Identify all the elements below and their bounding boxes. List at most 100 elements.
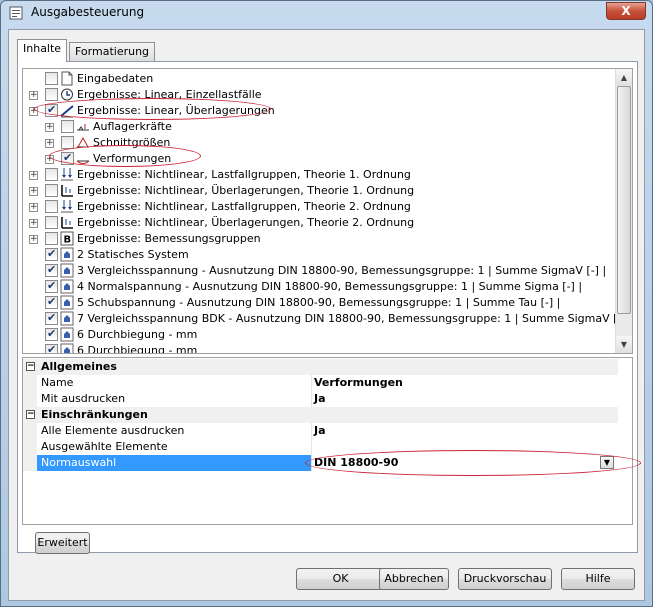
tree-item-label: Auflagerkräfte (93, 120, 172, 133)
tree-item[interactable]: + Ergebnisse: Nichtlinear, Lastfallgruppe… (23, 167, 613, 183)
tree-item[interactable]: 6 Durchbiegung - mm (23, 327, 613, 343)
scroll-down-arrow[interactable]: ▼ (616, 336, 632, 353)
tree-item[interactable]: + Ergebnisse: Nichtlinear, Überlagerungen… (23, 183, 613, 199)
scroll-thumb[interactable] (617, 86, 631, 314)
tree-checkbox[interactable] (45, 311, 58, 325)
expand-toggle-icon[interactable]: + (45, 155, 54, 164)
tree-checkbox[interactable] (61, 151, 74, 165)
property-row[interactable]: Ausgewählte Elemente (23, 439, 618, 455)
title-bar[interactable]: Ausgabesteuerung X (1, 1, 652, 25)
dialog-client-area: Inhalte Formatierung 6 Durchbiegung - mm… (8, 29, 645, 601)
druckvorschau-button[interactable]: Druckvorschau (458, 568, 552, 590)
property-category[interactable]: − Einschränkungen (23, 407, 618, 423)
property-row[interactable]: Mit ausdrucken Ja (23, 391, 618, 407)
property-row[interactable]: Alle Elemente ausdrucken Ja (23, 423, 618, 439)
tree-checkbox[interactable] (45, 200, 58, 213)
collapse-icon[interactable]: − (26, 410, 35, 419)
column-divider (311, 375, 312, 391)
dropdown-arrow-icon[interactable]: ▼ (600, 456, 614, 469)
property-category[interactable]: − Allgemeines (23, 359, 618, 375)
property-value[interactable]: Ja (314, 424, 326, 437)
tree-checkbox[interactable] (45, 263, 58, 277)
collapse-icon[interactable]: − (26, 362, 35, 371)
tree-checkbox[interactable] (61, 136, 74, 149)
property-value[interactable]: Verformungen (314, 376, 403, 389)
tree-item[interactable]: 3 Vergleichsspannung - Ausnutzung DIN 18… (23, 263, 613, 279)
tree-item[interactable]: + Schnittgrößen (23, 135, 613, 151)
tree-checkbox[interactable] (45, 216, 58, 229)
tree-scrollbar[interactable]: ▲ ▼ (615, 69, 632, 353)
tree-item[interactable]: + Auflagerkräfte (23, 119, 613, 135)
tree-item-label: 5 Schubspannung - Ausnutzung DIN 18800-9… (77, 296, 561, 309)
property-name: Ausgewählte Elemente (41, 440, 168, 453)
expand-toggle-icon[interactable]: + (45, 123, 54, 132)
category-gutter: − (23, 359, 37, 375)
tree-item[interactable]: + B Ergebnisse: Bemessungsgruppen (23, 231, 613, 247)
property-value[interactable]: DIN 18800-90 (314, 456, 398, 469)
hilfe-button[interactable]: Hilfe (561, 568, 635, 590)
expand-toggle-icon[interactable]: + (29, 187, 38, 196)
svg-text:B: B (64, 235, 72, 246)
letter-b-icon: B (60, 231, 74, 246)
tab-formatierung[interactable]: Formatierung (69, 42, 156, 62)
ok-button[interactable]: OK (296, 568, 385, 590)
property-row[interactable]: Normauswahl DIN 18800-90 ▼ (23, 455, 618, 471)
view-icon (60, 327, 74, 342)
tree-checkbox[interactable] (45, 232, 58, 245)
tree-item[interactable]: 4 Normalspannung - Ausnutzung DIN 18800-… (23, 279, 613, 295)
abbrechen-button[interactable]: Abbrechen (379, 568, 449, 590)
tree-item[interactable]: 6 Durchbiegung - mm (23, 343, 613, 354)
tree-item[interactable]: Eingabedaten (23, 71, 613, 87)
scroll-up-arrow[interactable]: ▲ (616, 69, 632, 86)
tree-item[interactable]: + Ergebnisse: Nichtlinear, Lastfallgruppe… (23, 199, 613, 215)
property-row[interactable]: Name Verformungen (23, 375, 618, 391)
tree-item-label: Ergebnisse: Nichtlinear, Lastfallgruppen… (77, 200, 411, 213)
tree-checkbox[interactable] (45, 168, 58, 181)
tree-item-label: Ergebnisse: Linear, Überlagerungen (77, 104, 275, 117)
expand-toggle-icon[interactable]: + (29, 107, 38, 116)
column-divider (311, 439, 312, 455)
tree-checkbox[interactable] (45, 184, 58, 197)
tree-item[interactable]: 2 Statisches System (23, 247, 613, 263)
property-name: Normauswahl (37, 455, 311, 471)
tree-checkbox[interactable] (45, 295, 58, 309)
row-gutter (23, 455, 37, 471)
tree-item[interactable]: + Verformungen (23, 151, 613, 167)
view-icon (60, 263, 74, 278)
tree-checkbox[interactable] (61, 120, 74, 133)
expand-toggle-icon[interactable]: + (29, 203, 38, 212)
expand-toggle-icon[interactable]: + (29, 219, 38, 228)
tree-item[interactable]: 5 Schubspannung - Ausnutzung DIN 18800-9… (23, 295, 613, 311)
tree-item-label: 4 Normalspannung - Ausnutzung DIN 18800-… (77, 280, 583, 293)
tree-checkbox[interactable] (45, 343, 58, 353)
tree-item-label: Ergebnisse: Bemessungsgruppen (77, 232, 261, 245)
tree-item[interactable]: + Ergebnisse: Linear, Einzellastfälle (23, 87, 613, 103)
tree-item[interactable]: 7 Vergleichsspannung BDK - Ausnutzung DI… (23, 311, 632, 327)
tree-checkbox[interactable] (45, 279, 58, 293)
output-tree[interactable]: 6 Durchbiegung - mm 6 Durchbiegung - mm 7 … (22, 68, 633, 354)
row-gutter (23, 375, 37, 391)
tree-item[interactable]: + Ergebnisse: Nichtlinear, Überlagerungen… (23, 215, 613, 231)
tree-checkbox[interactable] (45, 88, 58, 101)
expand-toggle-icon[interactable]: + (45, 139, 54, 148)
tree-checkbox[interactable] (45, 103, 58, 117)
tree-checkbox[interactable] (45, 247, 58, 261)
row-gutter (23, 391, 37, 407)
expand-toggle-icon[interactable]: + (29, 91, 38, 100)
tree-item-label: Ergebnisse: Linear, Einzellastfälle (77, 88, 262, 101)
tab-inhalte[interactable]: Inhalte (17, 39, 68, 62)
expand-toggle-icon[interactable]: + (29, 235, 38, 244)
view-icon (60, 247, 74, 262)
tree-item-label: 6 Durchbiegung - mm (77, 344, 198, 354)
tree-checkbox[interactable] (45, 327, 58, 341)
tree-item[interactable]: + Ergebnisse: Linear, Überlagerungen (23, 103, 613, 119)
expand-toggle-icon[interactable]: + (29, 171, 38, 180)
document-icon (61, 71, 73, 86)
property-name: Name (41, 376, 74, 389)
category-title: Einschränkungen (41, 408, 148, 421)
close-button[interactable]: X (606, 2, 646, 20)
clock-icon (61, 88, 73, 101)
erweitert-button[interactable]: Erweitert (35, 532, 90, 554)
tree-checkbox[interactable] (45, 72, 58, 85)
property-value[interactable]: Ja (314, 392, 326, 405)
